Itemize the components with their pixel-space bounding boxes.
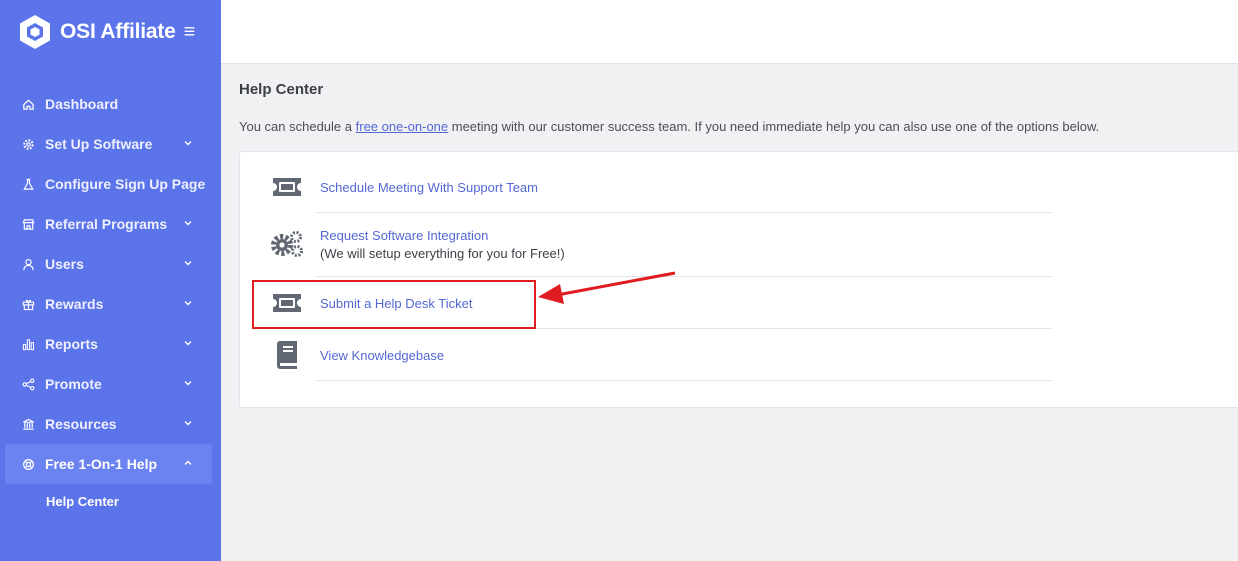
option-label[interactable]: View Knowledgebase [320,348,444,363]
sidebar-item-free-1-on-1-help[interactable]: Free 1-On-1 Help [5,444,212,484]
chevron-down-icon [184,221,192,226]
sidebar-item-rewards[interactable]: Rewards [0,284,221,324]
top-header [221,0,1238,64]
chevron-down-icon [184,341,192,346]
sidebar-item-label: Reports [45,336,98,352]
user-icon [21,257,35,271]
sidebar-item-label: Free 1-On-1 Help [45,456,158,472]
option-sublabel: (We will setup everything for you for Fr… [320,245,565,261]
divider [316,212,1052,213]
store-icon [21,217,35,231]
share-icon [21,377,35,391]
option-request-integration[interactable]: Request Software Integration (We will se… [270,227,1052,261]
sidebar-item-resources[interactable]: Resources [0,404,221,444]
chevron-down-icon [184,301,192,306]
menu-toggle-icon[interactable]: ≡ [184,21,196,44]
divider [316,276,1052,277]
sidebar-item-label: Referral Programs [45,216,168,232]
option-label[interactable]: Request Software Integration [320,228,565,243]
intro-text-before: You can schedule a [239,119,356,134]
sidebar-item-users[interactable]: Users [0,244,221,284]
option-schedule-meeting[interactable]: Schedule Meeting With Support Team [270,170,1052,204]
chevron-down-icon [184,381,192,386]
book-icon [270,338,304,372]
sidebar-item-label: Users [45,256,84,272]
support-icon [21,457,35,471]
sidebar-subitem-help-center[interactable]: Help Center [0,484,221,518]
page-title: Help Center [239,81,324,98]
sidebar-item-promote[interactable]: Promote [0,364,221,404]
bank-icon [21,417,35,431]
chevron-up-icon [184,460,192,465]
sidebar: OSI Affiliate ≡ Dashboard Set Up Softwar… [0,0,221,561]
sidebar-item-set-up-software[interactable]: Set Up Software [0,124,221,164]
brand-name: OSI Affiliate [60,20,176,43]
gear-icon [21,137,35,151]
sidebar-item-label: Set Up Software [45,136,153,152]
sidebar-item-reports[interactable]: Reports [0,324,221,364]
sidebar-item-label: Dashboard [45,96,119,112]
chevron-down-icon [184,261,192,266]
gears-icon [270,227,304,261]
logo-icon [20,15,50,49]
option-label[interactable]: Schedule Meeting With Support Team [320,180,538,195]
gift-icon [21,297,35,311]
bar-chart-icon [21,337,35,351]
chevron-down-icon [184,421,192,426]
intro-text: You can schedule a free one-on-one meeti… [239,119,1099,134]
ticket-icon [270,170,304,204]
free-one-on-one-link[interactable]: free one-on-one [356,119,449,134]
annotation-arrow-icon [538,271,676,304]
sidebar-item-configure-sign-up-page[interactable]: Configure Sign Up Page [0,164,221,204]
sidebar-item-referral-programs[interactable]: Referral Programs [0,204,221,244]
flask-icon [21,177,35,191]
home-icon [21,97,35,111]
sidebar-item-label: Rewards [45,296,104,312]
intro-text-after: meeting with our customer success team. … [448,119,1100,134]
sidebar-item-label: Resources [45,416,117,432]
sidebar-subitem-label: Help Center [46,493,119,509]
option-view-knowledgebase[interactable]: View Knowledgebase [270,338,1052,372]
chevron-down-icon [184,141,192,146]
annotation-highlight-box [252,280,536,329]
sidebar-item-label: Promote [45,376,102,392]
brand[interactable]: OSI Affiliate ≡ [18,14,195,50]
divider [316,380,1052,381]
sidebar-nav: Dashboard Set Up Software Configure Sign… [0,84,221,518]
sidebar-item-dashboard[interactable]: Dashboard [0,84,221,124]
sidebar-item-label: Configure Sign Up Page [45,176,206,192]
